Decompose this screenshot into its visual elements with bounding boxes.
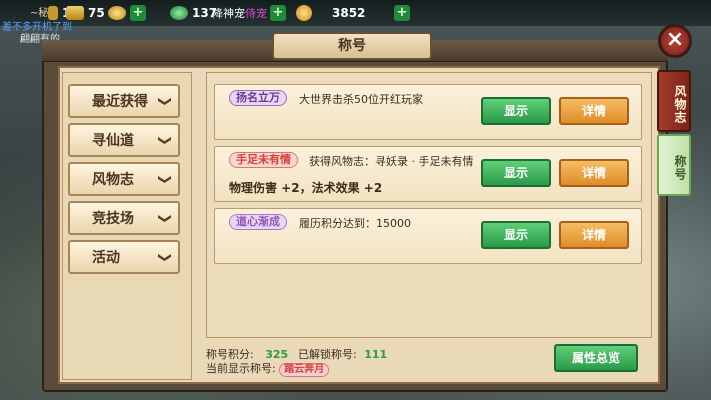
show-button[interactable]: 显示 xyxy=(481,159,551,187)
nav-recent[interactable]: 最近获得 ❯ xyxy=(68,84,180,118)
plus-icon[interactable]: + xyxy=(270,5,286,21)
nav-activity[interactable]: 活动 ❯ xyxy=(68,240,180,274)
currency-display: 3852 xyxy=(296,4,365,22)
detail-button[interactable]: 详情 xyxy=(559,97,629,125)
gem-display: 137 xyxy=(170,4,217,22)
plus-icon[interactable]: + xyxy=(130,5,146,21)
ingot-icon-wrap xyxy=(108,4,130,22)
tab-titles[interactable]: 称号 xyxy=(657,134,691,196)
plus-icon[interactable]: + xyxy=(394,5,410,21)
dialog-title: 称号 xyxy=(272,32,432,60)
show-button[interactable]: 显示 xyxy=(481,97,551,125)
nav-xunxiandao[interactable]: 寻仙道 ❯ xyxy=(68,123,180,157)
detail-button[interactable]: 详情 xyxy=(559,159,629,187)
current-title-tag: 踏云奔月 xyxy=(279,363,330,377)
close-button[interactable]: × xyxy=(658,24,692,58)
resource-bar: 1 75 + 137 降神宠 侍宠 + 3852 + xyxy=(0,0,711,26)
attribute-overview-button[interactable]: 属性总览 xyxy=(554,344,638,372)
add-currency-button[interactable]: + xyxy=(394,4,410,22)
nav-fengwuzhi[interactable]: 风物志 ❯ xyxy=(68,162,180,196)
chevron-down-icon: ❯ xyxy=(157,173,173,185)
chevron-down-icon: ❯ xyxy=(157,134,173,146)
event-ticker: 降神宠 侍宠 xyxy=(212,7,267,20)
coin-icon xyxy=(296,5,312,21)
title-description: 履历积分达到：15000 xyxy=(299,217,411,230)
add-gold-button[interactable]: + xyxy=(130,4,146,22)
tab-fengwuzhi[interactable]: 风物志 xyxy=(657,70,691,132)
title-card: 手足未有情 获得风物志：寻妖录 · 手足未有情 物理伤害 +2，法术效果 +2 … xyxy=(214,146,642,202)
title-tag: 道心渐成 xyxy=(229,214,287,230)
chevron-down-icon: ❯ xyxy=(157,95,173,107)
show-button[interactable]: 显示 xyxy=(481,221,551,249)
title-card: 扬名立万 大世界击杀50位开红玩家 显示 详情 xyxy=(214,84,642,140)
title-description: 获得风物志：寻妖录 · 手足未有情 xyxy=(309,155,474,168)
nav-arena[interactable]: 竞技场 ❯ xyxy=(68,201,180,235)
jade-icon xyxy=(170,6,188,20)
chevron-down-icon: ❯ xyxy=(157,251,173,263)
title-card: 道心渐成 履历积分达到：15000 显示 详情 xyxy=(214,208,642,264)
ingot-icon xyxy=(108,6,126,20)
current-title: 当前显示称号: 踏云奔月 xyxy=(206,360,330,377)
title-bonus: 物理伤害 +2，法术效果 +2 xyxy=(229,181,383,195)
title-tag: 扬名立万 xyxy=(229,90,287,106)
bg-chat-1: ~秘 xyxy=(30,8,49,19)
detail-button[interactable]: 详情 xyxy=(559,221,629,249)
title-description: 大世界击杀50位开红玩家 xyxy=(299,93,423,106)
close-icon: × xyxy=(665,27,685,52)
title-tag: 手足未有情 xyxy=(229,152,298,168)
chevron-down-icon: ❯ xyxy=(157,212,173,224)
add-gem-button[interactable]: + xyxy=(270,4,286,22)
